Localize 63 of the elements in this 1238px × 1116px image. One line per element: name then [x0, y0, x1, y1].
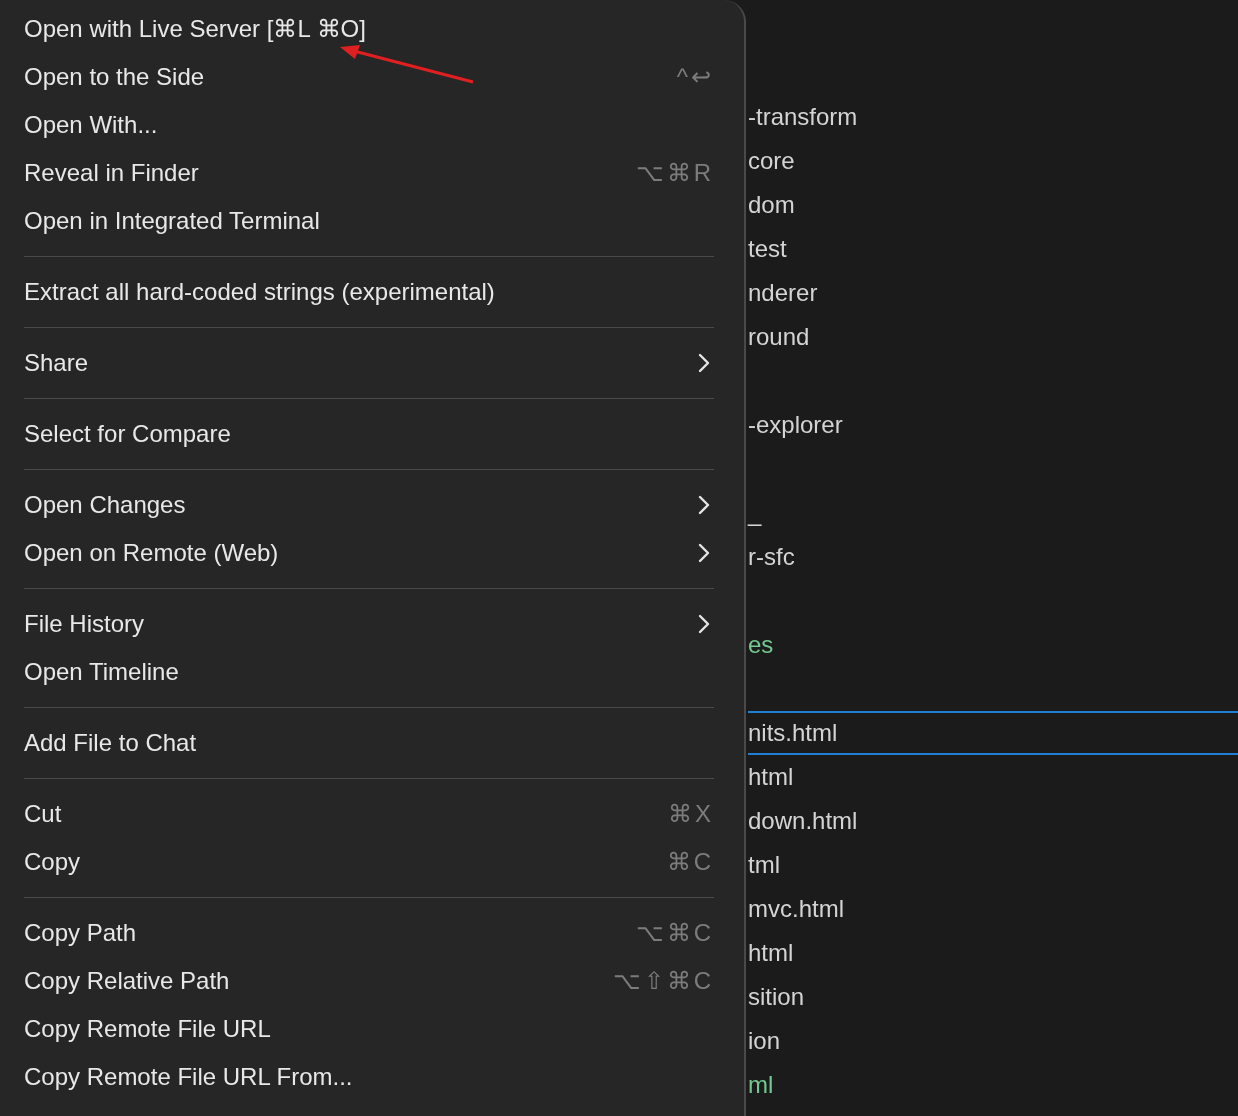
menu-item[interactable]: Select for Compare	[24, 410, 714, 458]
file-name: _	[748, 499, 762, 527]
menu-item[interactable]: Open With...	[24, 101, 714, 149]
file-name: sition	[748, 983, 805, 1011]
file-tree-item[interactable]: _	[748, 491, 1238, 535]
file-tree-item[interactable]: nderer	[748, 271, 1238, 315]
file-name: html	[748, 763, 794, 791]
file-tree-item[interactable]: tml	[748, 843, 1238, 887]
menu-item[interactable]: File History	[24, 600, 714, 648]
file-name: down.html	[748, 807, 858, 835]
menu-item[interactable]: Open with Live Server [⌘L ⌘O]	[24, 5, 714, 53]
menu-item[interactable]: Copy Relative Path ⌥⇧⌘C	[24, 957, 714, 1005]
file-name: round	[748, 323, 810, 351]
file-name: nits.html	[748, 719, 838, 747]
file-name: core	[748, 147, 795, 175]
menu-item[interactable]: Copy Remote File URL From...	[24, 1053, 714, 1101]
file-name: -explorer	[748, 411, 843, 439]
file-tree-item[interactable]: ml	[748, 1063, 1238, 1107]
file-name: nderer	[748, 279, 818, 307]
file-tree-item[interactable]: round	[748, 315, 1238, 359]
menu-item[interactable]: Open in Integrated Terminal	[24, 197, 714, 245]
keyboard-shortcut: ⌘X	[668, 800, 714, 828]
file-tree-item[interactable]: html	[748, 755, 1238, 799]
file-name: ion	[748, 1027, 781, 1055]
file-name: ml	[748, 1071, 774, 1099]
menu-item[interactable]: Share	[24, 339, 714, 387]
file-tree-item[interactable]: r-sfc	[748, 535, 1238, 579]
file-tree-item[interactable]: test	[748, 227, 1238, 271]
keyboard-shortcut: ⌥⌘C	[635, 919, 714, 947]
file-tree-item[interactable]: nits.html	[748, 711, 1238, 755]
menu-item[interactable]: Add File to Chat	[24, 719, 714, 767]
menu-item[interactable]: Copy ⌘C	[24, 838, 714, 886]
file-tree-item[interactable]: -transform	[748, 95, 1238, 139]
file-tree-item[interactable]: mvc.html	[748, 887, 1238, 931]
menu-item[interactable]: Copy Remote File URL	[24, 1005, 714, 1053]
file-tree-item[interactable]: core	[748, 139, 1238, 183]
menu-item[interactable]: Copy Path ⌥⌘C	[24, 909, 714, 957]
menu-item[interactable]: Open Changes	[24, 481, 714, 529]
menu-item[interactable]: Cut ⌘X	[24, 790, 714, 838]
keyboard-shortcut: ^↩	[676, 63, 714, 91]
menu-item[interactable]: Open Timeline	[24, 648, 714, 696]
menu-item[interactable]: Reveal in Finder ⌥⌘R	[24, 149, 714, 197]
menu-item[interactable]: Open to the Side ^↩	[24, 53, 714, 101]
file-name: -transform	[748, 103, 858, 131]
keyboard-shortcut: ⌥⌘R	[635, 159, 714, 187]
menu-item[interactable]: Open on Remote (Web)	[24, 529, 714, 577]
file-tree-item[interactable]: sition	[748, 975, 1238, 1019]
file-name: mvc.html	[748, 895, 844, 923]
file-tree-item[interactable]: dom	[748, 183, 1238, 227]
file-tree-item[interactable]: html	[748, 931, 1238, 975]
keyboard-shortcut: ⌘C	[666, 848, 714, 876]
menu-item[interactable]: Extract all hard-coded strings (experimental)	[24, 268, 714, 316]
file-tree-item[interactable]: -explorer	[748, 403, 1238, 447]
file-name: tml	[748, 851, 780, 879]
file-name: dom	[748, 191, 795, 219]
file-name: test	[748, 235, 787, 263]
keyboard-shortcut: ⌥⇧⌘C	[612, 967, 714, 995]
file-tree-item[interactable]: ion	[748, 1019, 1238, 1063]
file-name: r-sfc	[748, 543, 795, 571]
file-name: html	[748, 939, 794, 967]
file-name: es	[748, 631, 774, 659]
file-tree-item[interactable]: down.html	[748, 799, 1238, 843]
file-tree-item[interactable]: es	[748, 623, 1238, 667]
